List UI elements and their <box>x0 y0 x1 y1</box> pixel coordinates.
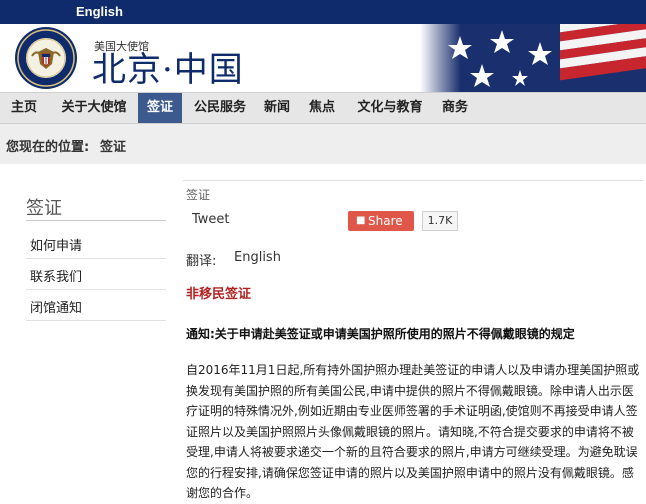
sidebar-divider <box>26 289 166 290</box>
breadcrumb: 您现在的位置: 签证 <box>0 124 646 164</box>
nav-news[interactable]: 新闻 <box>258 93 296 123</box>
share-count: 1.7K <box>422 211 458 231</box>
sidebar-item-how-to-apply[interactable]: 如何申请 <box>30 235 82 254</box>
english-link[interactable]: English <box>76 4 123 19</box>
translate-english-link[interactable]: English <box>234 250 281 265</box>
content-divider <box>183 180 643 181</box>
share-icon: ■ <box>356 215 366 226</box>
breadcrumb-current[interactable]: 签证 <box>100 136 126 155</box>
sidebar-divider <box>26 320 166 321</box>
notice-title: 通知:关于申请赴美签证或申请美国护照所使用的照片不得佩戴眼镜的规定 <box>186 327 575 341</box>
nav-business[interactable]: 商务 <box>436 93 474 123</box>
share-button[interactable]: ■ Share <box>348 211 414 231</box>
embassy-title: 北京·中国 <box>92 50 244 90</box>
nav-citizen-services[interactable]: 公民服务 <box>186 93 254 123</box>
tweet-button[interactable]: Tweet <box>192 212 230 227</box>
sidebar-title: 签证 <box>26 198 62 219</box>
sidebar-divider <box>26 258 166 259</box>
nav-home[interactable]: 主页 <box>4 93 44 123</box>
nonimmigrant-visa-heading: 非移民签证 <box>186 287 252 302</box>
sidebar-item-contact-us[interactable]: 联系我们 <box>30 266 82 285</box>
nav-visas[interactable]: 签证 <box>138 93 182 123</box>
embassy-seal-icon <box>15 27 77 89</box>
breadcrumb-prefix: 您现在的位置: <box>6 140 90 155</box>
main-nav: 主页 关于大使馆 签证 公民服务 新闻 焦点 文化与教育 商务 <box>0 92 646 124</box>
nav-culture-education[interactable]: 文化与教育 <box>350 93 430 123</box>
nav-focus[interactable]: 焦点 <box>302 93 342 123</box>
notice-body: 自2016年11月1日起,所有持外国护照办理赴美签证的申请人以及申请办理美国护照… <box>186 363 640 500</box>
section-label: 签证 <box>186 188 211 202</box>
site-banner: 美国大使馆 北京·中国 <box>0 24 646 92</box>
top-bar: English <box>0 0 646 24</box>
sidebar-item-closure-notice[interactable]: 闭馆通知 <box>30 297 82 316</box>
translate-label: 翻译: <box>186 254 217 269</box>
nav-about-embassy[interactable]: 关于大使馆 <box>52 93 136 123</box>
sidebar-divider <box>26 220 166 221</box>
us-flag-icon <box>420 24 646 92</box>
share-label: Share <box>368 214 403 228</box>
